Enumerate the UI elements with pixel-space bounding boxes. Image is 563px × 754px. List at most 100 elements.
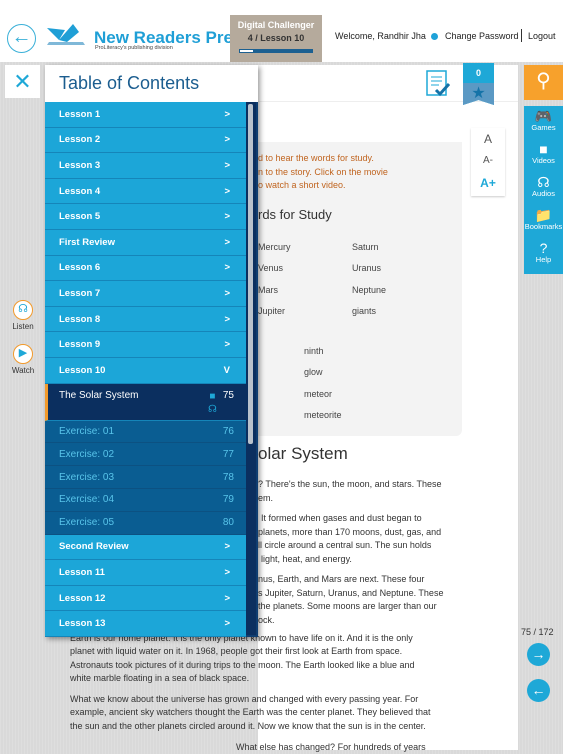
toc-item[interactable]: Lesson 11 > (45, 560, 246, 586)
story-paragraph-line: Astronauts took pictures of it during tr… (70, 659, 415, 670)
chevron-icon: > (224, 339, 230, 351)
prev-page-button[interactable]: ← (527, 679, 550, 702)
toc-item[interactable]: Lesson 2 > (45, 127, 246, 154)
headphones-icon: ☊ (207, 403, 217, 415)
instruction-line: n to the story. Click on the movie (258, 166, 388, 177)
toc-item[interactable]: Lesson 1 > (45, 102, 246, 128)
toc-item-label: Exercise: 03 (59, 471, 115, 483)
toc-item[interactable]: Lesson 9 > (45, 332, 246, 358)
instruction-line: o watch a short video. (258, 180, 346, 190)
search-button[interactable]: ⚲ (524, 65, 563, 100)
media-icons: ■ ☊ (208, 390, 217, 416)
table-of-contents: Table of Contents Lesson 1 > Lesson 2 > Less… (45, 65, 258, 637)
toc-item-label: Exercise: 05 (59, 517, 115, 529)
welcome-text: Welcome, Randhir Jha (335, 31, 426, 41)
sidebar-item-videos[interactable]: ■ Videos (524, 139, 563, 172)
toc-item-label: Lesson 5 (59, 211, 101, 223)
toc-item-label: Lesson 1 (59, 108, 101, 120)
next-page-button[interactable]: → (527, 643, 550, 666)
chevron-icon: > (224, 134, 230, 146)
font-reset-button[interactable]: A (471, 128, 505, 150)
instruction-line: d to hear the words for study. (258, 153, 374, 163)
toc-item-label: Lesson 2 (59, 134, 101, 146)
video-icon: ■ (539, 141, 548, 157)
gamepad-icon: 🎮 (534, 108, 553, 124)
divider (521, 29, 522, 42)
toc-item-label: Lesson 10 (59, 364, 106, 376)
toc-item[interactable]: Lesson 10 V (45, 357, 246, 384)
change-password-link[interactable]: Change Password (445, 31, 519, 41)
chevron-icon: > (224, 313, 230, 325)
toc-exercise-item[interactable]: Exercise: 02 77 (45, 443, 246, 467)
toc-item-label: Exercise: 01 (59, 425, 115, 437)
toc-item[interactable]: Lesson 4 > (45, 178, 246, 205)
toc-exercise-item[interactable]: Exercise: 05 80 (45, 511, 246, 535)
listen-button[interactable]: ☊ Listen (9, 300, 37, 331)
toc-item[interactable]: Lesson 5 > (45, 204, 246, 230)
story-text-fragment: the planets. Some moons are larger than … (258, 601, 437, 611)
toc-item[interactable]: First Review > (45, 229, 246, 256)
toc-page-number: 75 (222, 389, 234, 401)
chevron-icon: > (224, 159, 230, 171)
story-text-fragment: light, heat, and energy. (261, 553, 352, 564)
logout-link[interactable]: Logout (528, 31, 556, 41)
story-paragraph-line: the sun and the other planets circled ar… (70, 720, 426, 731)
toc-item-label: Second Review (59, 541, 129, 553)
story-text-fragment: em. (258, 492, 274, 503)
bookmark-folder-icon: 📁 (534, 207, 553, 223)
toc-item-label: The Solar System (59, 389, 139, 401)
notes-check-icon[interactable] (426, 70, 450, 97)
font-increase-button[interactable]: A+ (471, 172, 505, 194)
back-button[interactable]: ← (7, 24, 36, 53)
story-paragraph-line: white marble floating in a sea of black … (70, 672, 250, 683)
story-text-fragment: ock. (258, 614, 275, 625)
sidebar-item-bookmarks[interactable]: 📁 Bookmarks (524, 205, 563, 238)
close-toc-button[interactable]: ✕ (5, 65, 40, 98)
words-heading: rds for Study (258, 207, 332, 222)
toc-item-label: Lesson 3 (59, 159, 101, 171)
toc-item[interactable]: Second Review > (45, 534, 246, 561)
toc-exercise-item[interactable]: Exercise: 04 79 (45, 488, 246, 512)
study-word: meteorite (304, 409, 342, 420)
watch-button[interactable]: ▶ Watch (9, 344, 37, 375)
study-word: Uranus (352, 263, 382, 274)
toc-item[interactable]: Lesson 7 > (45, 281, 246, 307)
toc-item[interactable]: Lesson 12 > (45, 585, 246, 612)
sidebar-item-label: Videos (532, 156, 555, 165)
toc-page-number: 79 (222, 494, 234, 506)
toc-scroll-thumb[interactable] (248, 104, 253, 444)
sidebar-item-games[interactable]: 🎮 Games (524, 106, 563, 139)
bookmark-ribbon[interactable]: 0 ★ (463, 63, 494, 105)
story-paragraph-line: What we know about the universe has grow… (70, 694, 419, 704)
toc-item-label: Lesson 9 (59, 339, 101, 351)
page-number: 75 / 172 (521, 627, 554, 637)
toc-item-label: Lesson 8 (59, 313, 101, 325)
study-word: Mercury (258, 242, 291, 252)
toc-exercise-item[interactable]: Exercise: 03 78 (45, 466, 246, 489)
study-word: Saturn (352, 242, 379, 252)
toc-item[interactable]: Lesson 8 > (45, 306, 246, 333)
headphones-icon: ☊ (13, 300, 33, 320)
story-text-fragment: nus, Earth, and Mars are next. These fou… (258, 574, 425, 584)
headphones-icon: ☊ (537, 174, 550, 190)
chevron-icon: > (224, 287, 230, 299)
toc-item[interactable]: Lesson 13 > (45, 611, 246, 637)
chevron-icon: > (224, 211, 230, 223)
video-icon: ▶ (13, 344, 33, 364)
toc-page-number: 76 (222, 425, 234, 437)
toc-item[interactable]: Lesson 6 > (45, 255, 246, 282)
toc-current-item[interactable]: The Solar System ■ ☊ 75 (45, 383, 246, 421)
progress-bar (239, 49, 313, 53)
toc-item-label: Lesson 12 (59, 592, 106, 604)
study-word: Venus (258, 263, 284, 274)
toc-item[interactable]: Lesson 3 > (45, 153, 246, 179)
font-size-panel: A A- A+ (471, 128, 505, 196)
toc-exercise-item[interactable]: Exercise: 01 76 (45, 420, 246, 444)
sidebar-item-help[interactable]: ? Help (524, 238, 563, 271)
chevron-icon: > (224, 185, 230, 197)
course-progress-box: Digital Challenger 4 / Lesson 10 (230, 15, 322, 62)
sidebar-item-audios[interactable]: ☊ Audios (524, 172, 563, 205)
font-decrease-button[interactable]: A- (471, 150, 505, 172)
logo-book-icon (47, 24, 85, 45)
progress-fill (239, 49, 254, 53)
